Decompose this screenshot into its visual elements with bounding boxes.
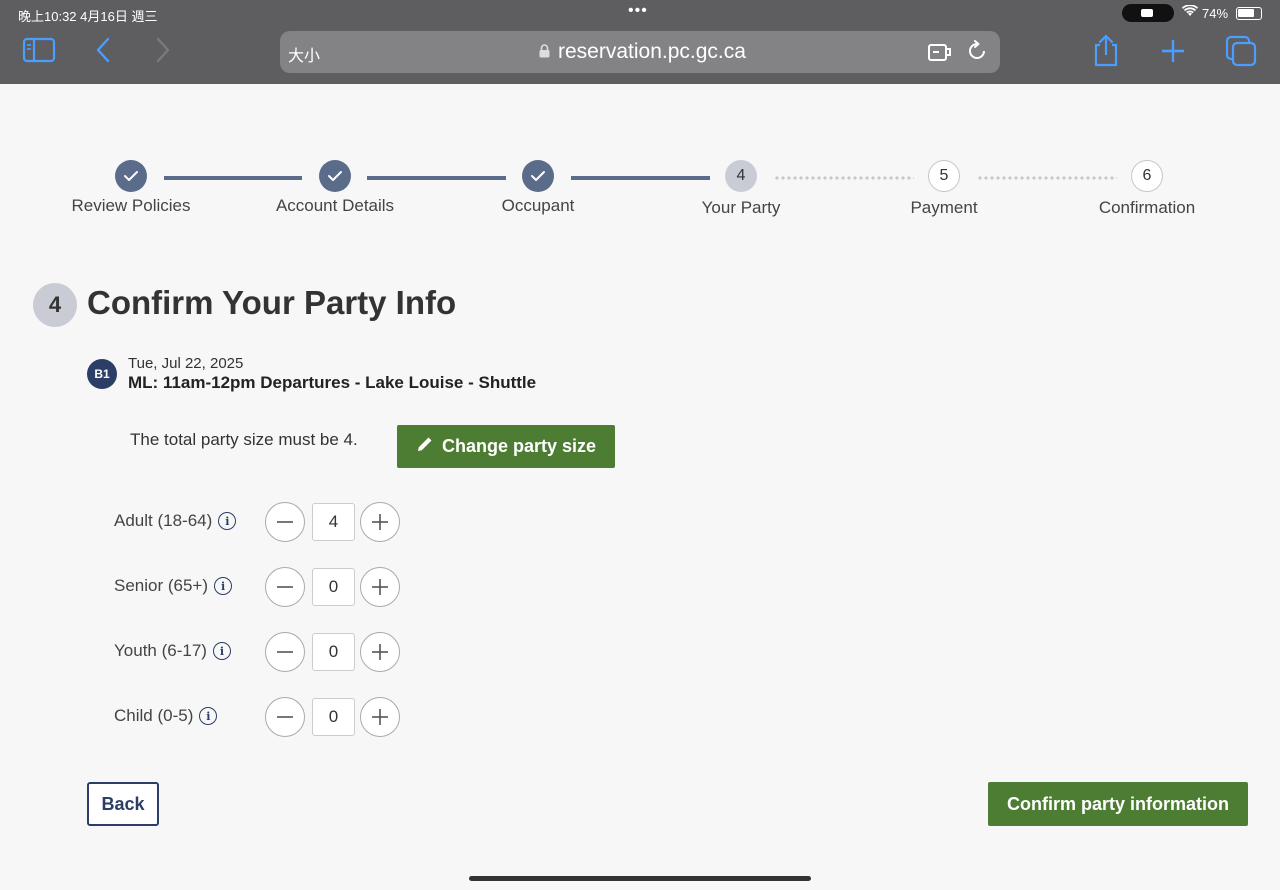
booking-badge: B1 xyxy=(87,359,117,389)
progress-connector xyxy=(367,176,506,180)
confirm-party-button[interactable]: Confirm party information xyxy=(988,782,1248,826)
step-label: Payment xyxy=(910,198,978,217)
youth-quantity-field[interactable]: 0 xyxy=(312,633,355,671)
forward-nav-icon[interactable] xyxy=(150,36,186,68)
step-number: 5 xyxy=(928,160,960,192)
sidebar-toggle-icon[interactable] xyxy=(22,36,58,68)
row-label-text: Youth (6-17) xyxy=(114,641,207,660)
back-button[interactable]: Back xyxy=(87,782,159,826)
extension-icon[interactable] xyxy=(928,41,952,63)
youth-decrement-button[interactable] xyxy=(265,632,305,672)
new-tab-icon[interactable] xyxy=(1158,36,1194,68)
browser-chrome: 晚上10:32 4月16日 週三 ••• 74% 大小 reservation.… xyxy=(0,0,1280,84)
progress-connector xyxy=(571,176,710,180)
booking-date: Tue, Jul 22, 2025 xyxy=(128,355,244,372)
share-icon[interactable] xyxy=(1090,34,1126,67)
row-label-text: Child (0-5) xyxy=(114,706,194,725)
address-bar[interactable]: 大小 reservation.pc.gc.ca xyxy=(280,31,1000,73)
adult-increment-button[interactable] xyxy=(360,502,400,542)
lock-icon xyxy=(539,44,550,58)
section-number: 4 xyxy=(33,283,77,327)
multitasking-dots[interactable]: ••• xyxy=(628,2,648,20)
row-label-text: Senior (65+) xyxy=(114,576,209,595)
senior-decrement-button[interactable] xyxy=(265,567,305,607)
progress-connector xyxy=(164,176,302,180)
info-icon[interactable]: i xyxy=(214,577,233,595)
adult-quantity-field[interactable]: 4 xyxy=(312,503,355,541)
step-label: Occupant xyxy=(501,196,575,215)
battery-percent: 74% xyxy=(1202,6,1229,21)
url-text: reservation.pc.gc.ca xyxy=(558,40,746,63)
step-label: Your Party xyxy=(701,198,781,217)
senior-increment-button[interactable] xyxy=(360,567,400,607)
child-quantity-field[interactable]: 0 xyxy=(312,698,355,736)
child-decrement-button[interactable] xyxy=(265,697,305,737)
child-increment-button[interactable] xyxy=(360,697,400,737)
adult-row-label: Adult (18-64) i xyxy=(114,511,237,531)
pencil-icon xyxy=(416,435,434,458)
tabs-overview-icon[interactable] xyxy=(1224,34,1260,67)
step-label: Confirmation xyxy=(1098,198,1196,217)
status-bar: 晚上10:32 4月16日 週三 ••• 74% xyxy=(0,0,1280,28)
info-icon[interactable]: i xyxy=(218,512,237,530)
step-label: Account Details xyxy=(275,196,395,215)
party-size-note: The total party size must be 4. xyxy=(130,430,358,449)
status-time: 晚上10:32 4月16日 週三 xyxy=(18,9,158,24)
step-number: 6 xyxy=(1131,160,1163,192)
back-nav-icon[interactable] xyxy=(92,36,128,68)
battery-icon xyxy=(1236,7,1262,20)
progress-connector-pending xyxy=(977,176,1117,180)
camera-indicator-icon xyxy=(1122,4,1174,22)
child-row-label: Child (0-5) i xyxy=(114,706,218,726)
change-party-size-button[interactable]: Change party size xyxy=(397,425,615,468)
progress-connector-pending xyxy=(774,176,914,180)
step-label: Review Policies xyxy=(71,196,191,215)
change-party-size-label: Change party size xyxy=(441,436,597,456)
check-icon xyxy=(319,160,351,192)
youth-row-label: Youth (6-17) i xyxy=(114,641,231,661)
text-size-button[interactable]: 大小 xyxy=(288,42,320,66)
youth-increment-button[interactable] xyxy=(360,632,400,672)
step-number: 4 xyxy=(725,160,757,192)
check-icon xyxy=(522,160,554,192)
wifi-icon xyxy=(1181,4,1199,20)
adult-decrement-button[interactable] xyxy=(265,502,305,542)
senior-row-label: Senior (65+) i xyxy=(114,576,233,596)
info-icon[interactable]: i xyxy=(212,642,231,660)
row-label-text: Adult (18-64) xyxy=(114,511,213,530)
home-indicator[interactable] xyxy=(469,876,811,881)
reload-icon[interactable] xyxy=(966,40,988,62)
senior-quantity-field[interactable]: 0 xyxy=(312,568,355,606)
info-icon[interactable]: i xyxy=(199,707,218,725)
page-title: Confirm Your Party Info xyxy=(87,284,457,321)
booking-description: ML: 11am-12pm Departures - Lake Louise -… xyxy=(128,373,537,392)
check-icon xyxy=(115,160,147,192)
